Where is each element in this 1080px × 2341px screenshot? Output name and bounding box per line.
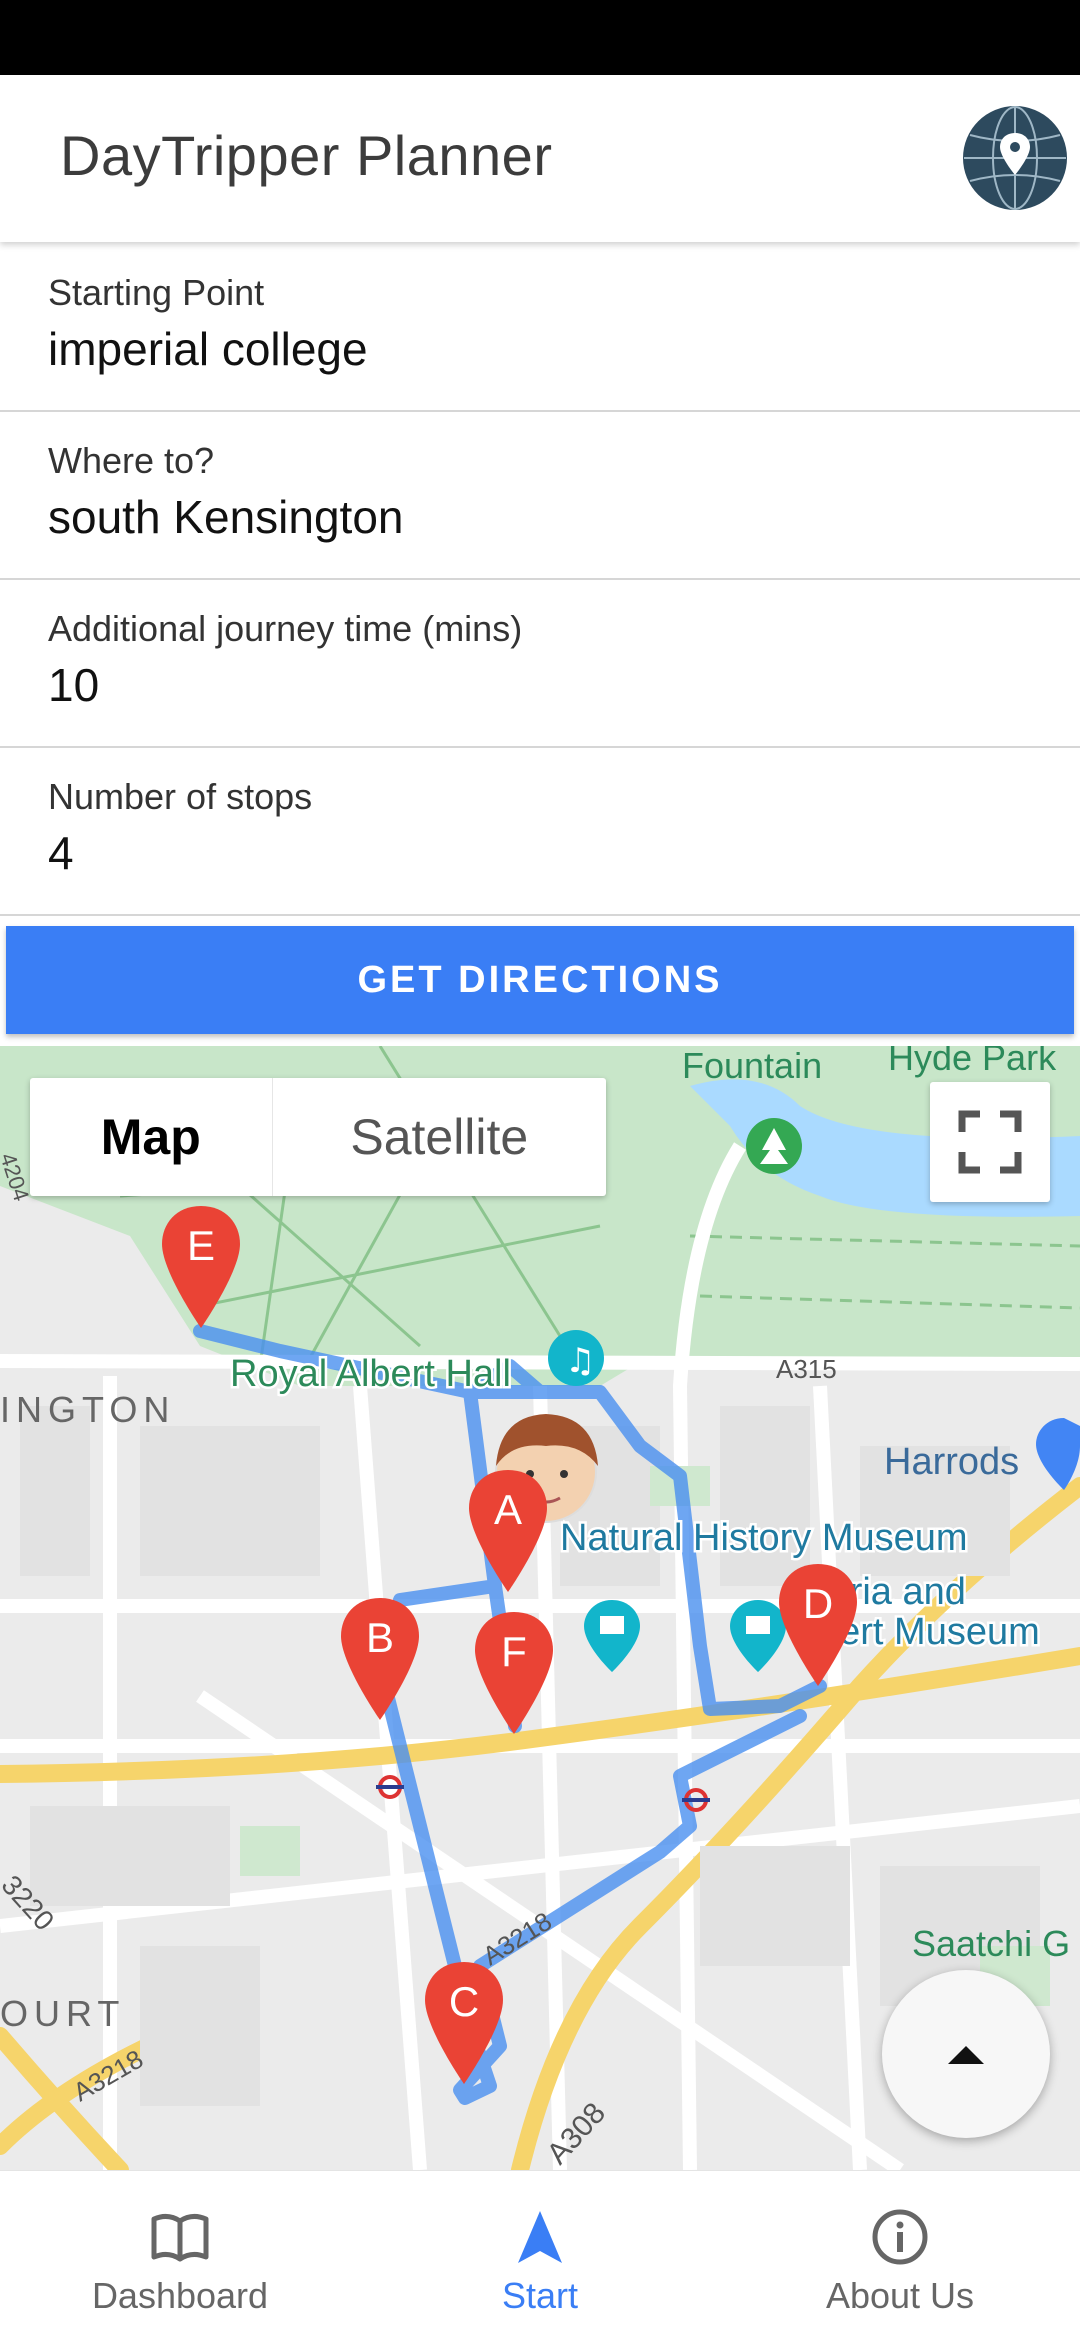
marker-f-letter: F xyxy=(501,1628,527,1675)
app-title: DayTripper Planner xyxy=(60,124,553,187)
info-icon xyxy=(872,2209,928,2265)
app-bar: DayTripper Planner xyxy=(0,75,1080,242)
hyde-park-label: Hyde Park xyxy=(888,1046,1057,1078)
nav-item-dashboard[interactable]: Dashboard xyxy=(0,2171,360,2341)
stops-label: Number of stops xyxy=(48,776,313,817)
starting-point-label: Starting Point xyxy=(48,272,265,313)
nav-item-start[interactable]: Start xyxy=(360,2171,720,2341)
bottom-navigation: Dashboard Start About Us xyxy=(0,2170,1080,2341)
starting-point-input[interactable]: imperial college xyxy=(48,322,368,376)
get-directions-button[interactable]: GET DIRECTIONS xyxy=(6,926,1074,1034)
map-type-map-button[interactable]: Map xyxy=(30,1078,272,1196)
scroll-up-button[interactable] xyxy=(882,1970,1050,2138)
extra-time-field[interactable]: Additional journey time (mins) 10 xyxy=(0,580,1080,748)
map-type-toggle[interactable]: Map Satellite xyxy=(30,1078,606,1196)
harrods-label: Harrods xyxy=(884,1441,1019,1483)
natural-history-museum-label: Natural History Museum xyxy=(560,1517,968,1559)
map-view[interactable]: Fountain Hyde Park Royal Albert Hall A31… xyxy=(0,1046,1080,2170)
kensington-label: INGTON xyxy=(0,1389,175,1430)
saatchi-label: Saatchi G xyxy=(912,1923,1070,1964)
book-icon xyxy=(151,2213,209,2262)
nav-label-about-us: About Us xyxy=(825,2275,975,2316)
music-venue-icon: ♫ xyxy=(548,1330,604,1386)
destination-field[interactable]: Where to? south Kensington xyxy=(0,412,1080,580)
marker-b-letter: B xyxy=(366,1614,394,1661)
navigation-arrow-icon xyxy=(518,2211,562,2263)
marker-a-letter: A xyxy=(494,1486,522,1533)
a315-label: A315 xyxy=(776,1354,837,1384)
nav-label-start: Start xyxy=(501,2275,579,2316)
stops-input[interactable]: 4 xyxy=(48,826,74,880)
fullscreen-button[interactable] xyxy=(930,1082,1050,1202)
extra-time-label: Additional journey time (mins) xyxy=(48,608,523,649)
svg-text:♫: ♫ xyxy=(565,1341,595,1381)
destination-label: Where to? xyxy=(48,440,215,481)
park-icon xyxy=(746,1118,802,1174)
fountain-label: Fountain xyxy=(682,1046,822,1086)
destination-input[interactable]: south Kensington xyxy=(48,490,404,544)
stops-field[interactable]: Number of stops 4 xyxy=(0,748,1080,916)
marker-c-letter: C xyxy=(449,1978,479,2025)
extra-time-input[interactable]: 10 xyxy=(48,658,99,712)
globe-location-icon[interactable] xyxy=(962,105,1068,211)
marker-e-letter: E xyxy=(187,1222,215,1269)
map-type-satellite-button[interactable]: Satellite xyxy=(271,1078,606,1196)
status-bar xyxy=(0,0,1080,75)
marker-d-letter: D xyxy=(803,1580,833,1627)
court-label: OURT xyxy=(0,1993,125,2034)
nav-label-dashboard: Dashboard xyxy=(91,2275,269,2316)
nav-item-about-us[interactable]: About Us xyxy=(720,2171,1080,2341)
starting-point-field[interactable]: Starting Point imperial college xyxy=(0,244,1080,412)
fullscreen-icon xyxy=(958,1110,1022,1174)
caret-up-icon xyxy=(948,2046,984,2064)
royal-albert-hall-label: Royal Albert Hall xyxy=(230,1353,511,1395)
